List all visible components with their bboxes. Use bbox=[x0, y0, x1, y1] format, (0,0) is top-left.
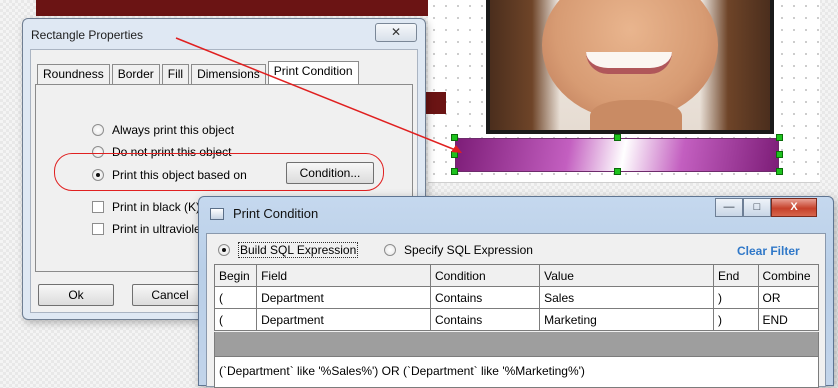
maximize-button[interactable]: □ bbox=[743, 198, 771, 217]
radio-build-sql[interactable] bbox=[218, 244, 230, 256]
column-header-field: Field bbox=[256, 264, 431, 287]
cell-begin[interactable]: ( bbox=[213, 286, 258, 309]
column-header-condition: Condition bbox=[429, 264, 541, 287]
column-header-combine: Combine bbox=[757, 264, 819, 287]
maximize-icon: □ bbox=[753, 201, 761, 213]
cell-field[interactable]: Department bbox=[256, 286, 431, 309]
dialog-title: Print Condition bbox=[233, 206, 319, 221]
cell-end[interactable]: ) bbox=[712, 286, 759, 309]
dialog-client-area: Build SQL Expression Specify SQL Express… bbox=[206, 233, 826, 388]
table-row[interactable]: ( Department Contains Marketing ) END bbox=[213, 308, 819, 331]
cell-end[interactable]: ) bbox=[712, 308, 759, 331]
cell-combine[interactable]: END bbox=[757, 308, 819, 331]
cell-condition[interactable]: Contains bbox=[429, 308, 541, 331]
cell-begin[interactable]: ( bbox=[213, 308, 258, 331]
column-header-end: End bbox=[712, 264, 759, 287]
cell-combine[interactable]: OR bbox=[757, 286, 819, 309]
table-row[interactable]: ( Department Contains Sales ) OR bbox=[213, 286, 819, 309]
cell-value[interactable]: Marketing bbox=[539, 308, 714, 331]
sql-expression-preview: (`Department` like '%Sales%') OR (`Depar… bbox=[214, 356, 819, 388]
radio-specify-sql[interactable] bbox=[384, 244, 396, 256]
cell-value[interactable]: Sales bbox=[539, 286, 714, 309]
minimize-icon: — bbox=[723, 201, 735, 213]
cell-field[interactable]: Department bbox=[256, 308, 431, 331]
condition-grid[interactable]: Begin Field Condition Value End Combine … bbox=[213, 264, 819, 331]
grid-header-row: Begin Field Condition Value End Combine bbox=[213, 264, 819, 287]
expression-mode-bar: Build SQL Expression Specify SQL Express… bbox=[207, 234, 825, 264]
close-icon: X bbox=[790, 201, 798, 213]
close-button[interactable]: X bbox=[771, 198, 817, 217]
option-label: Build SQL Expression bbox=[238, 242, 359, 258]
option-specify-sql[interactable]: Specify SQL Expression bbox=[384, 243, 533, 257]
clear-filter-link[interactable]: Clear Filter bbox=[737, 244, 800, 258]
print-condition-dialog: Print Condition — □ X Build SQL Expressi… bbox=[198, 196, 834, 388]
column-header-begin: Begin bbox=[213, 264, 258, 287]
minimize-button[interactable]: — bbox=[715, 198, 743, 217]
grid-empty-area bbox=[214, 332, 819, 356]
window-icon bbox=[210, 208, 224, 220]
column-header-value: Value bbox=[539, 264, 714, 287]
option-build-sql[interactable]: Build SQL Expression bbox=[218, 242, 359, 258]
option-label: Specify SQL Expression bbox=[404, 243, 533, 257]
cell-condition[interactable]: Contains bbox=[429, 286, 541, 309]
